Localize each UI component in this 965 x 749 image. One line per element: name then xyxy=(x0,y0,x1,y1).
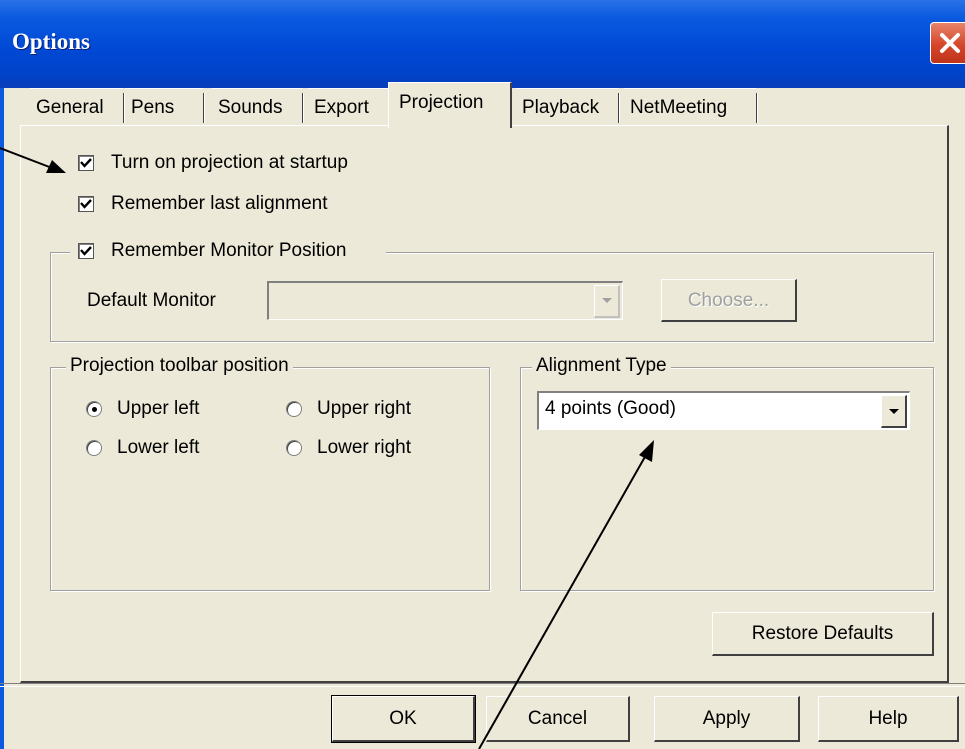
window-title: Options xyxy=(12,29,90,54)
apply-button[interactable]: Apply xyxy=(654,696,800,742)
default-monitor-dropdown-button[interactable] xyxy=(594,285,620,318)
tab-playback[interactable]: Playback xyxy=(516,88,620,126)
default-monitor-label: Default Monitor xyxy=(87,290,216,311)
lower-right-label: Lower right xyxy=(317,437,411,458)
tab-label: Export xyxy=(314,97,369,118)
tab-pens[interactable]: Pens xyxy=(125,88,205,126)
help-label: Help xyxy=(868,708,908,729)
radio-upper-right[interactable] xyxy=(286,401,302,417)
alignment-dropdown-button[interactable] xyxy=(881,395,907,428)
tab-general[interactable]: General xyxy=(30,88,125,126)
radio-lower-right[interactable] xyxy=(286,440,302,456)
cancel-button[interactable]: Cancel xyxy=(486,696,630,742)
tab-label: General xyxy=(36,97,104,118)
tab-label: Sounds xyxy=(218,97,283,118)
title-bar[interactable]: Options xyxy=(0,0,965,88)
choose-label: Choose... xyxy=(687,290,770,311)
help-button[interactable]: Help xyxy=(818,696,959,742)
ok-label: OK xyxy=(389,708,417,729)
check-icon xyxy=(80,158,92,168)
close-button[interactable] xyxy=(930,22,965,64)
tab-sounds[interactable]: Sounds xyxy=(212,88,304,126)
restore-defaults-button[interactable]: Restore Defaults xyxy=(712,612,934,656)
tab-netmeeting[interactable]: NetMeeting xyxy=(624,88,758,126)
remember-monitor-checkbox[interactable] xyxy=(78,243,94,259)
tab-label: NetMeeting xyxy=(630,97,728,118)
startup-checkbox[interactable] xyxy=(78,155,94,171)
upper-right-label: Upper right xyxy=(317,398,411,419)
close-icon xyxy=(940,33,960,53)
tab-export[interactable]: Export xyxy=(308,88,388,126)
alignment-type-select[interactable]: 4 points (Good) xyxy=(537,391,910,430)
dropdown-arrow-icon xyxy=(602,298,612,303)
dropdown-arrow-icon xyxy=(889,409,899,414)
toolbar-position-legend: Projection toolbar position xyxy=(66,355,293,381)
footer-divider xyxy=(0,683,965,687)
lower-left-label: Lower left xyxy=(117,437,200,458)
apply-label: Apply xyxy=(702,708,751,729)
ok-button[interactable]: OK xyxy=(331,695,476,743)
default-monitor-select[interactable] xyxy=(267,281,623,320)
check-icon xyxy=(80,246,92,256)
alignment-type-legend: Alignment Type xyxy=(532,355,671,381)
restore-defaults-label: Restore Defaults xyxy=(751,623,894,644)
remember-monitor-label: Remember Monitor Position xyxy=(111,240,347,261)
window-frame xyxy=(0,88,4,749)
remember-alignment-checkbox[interactable] xyxy=(78,196,94,212)
cancel-label: Cancel xyxy=(527,708,588,729)
radio-dot xyxy=(92,407,97,412)
radio-upper-left[interactable] xyxy=(86,401,102,417)
options-dialog: Options General Pens Sounds Export Proje… xyxy=(0,0,965,749)
choose-button[interactable]: Choose... xyxy=(661,279,797,322)
tab-projection[interactable]: Projection xyxy=(388,82,512,128)
startup-label: Turn on projection at startup xyxy=(111,152,348,173)
tab-label: Projection xyxy=(399,92,484,113)
check-icon xyxy=(80,199,92,209)
tab-label: Playback xyxy=(522,97,600,118)
radio-lower-left[interactable] xyxy=(86,440,102,456)
toolbar-position-group xyxy=(50,367,490,591)
tab-label: Pens xyxy=(131,97,175,118)
upper-left-label: Upper left xyxy=(117,398,200,419)
alignment-type-value: 4 points (Good) xyxy=(545,398,676,419)
remember-alignment-label: Remember last alignment xyxy=(111,193,328,214)
